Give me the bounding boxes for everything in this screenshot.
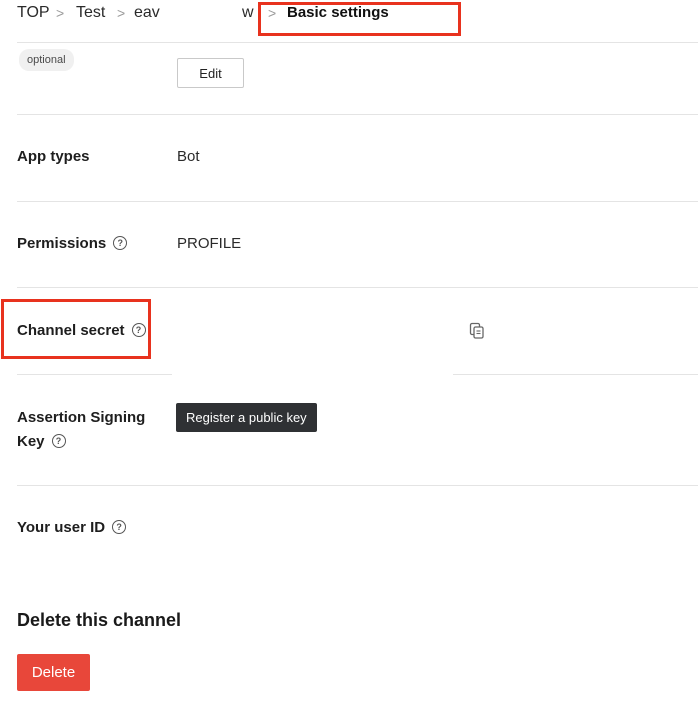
divider — [453, 374, 698, 375]
assertion-key-label-group: Key? — [17, 430, 66, 454]
delete-section-title: Delete this channel — [17, 610, 182, 630]
highlight-box-breadcrumb — [258, 2, 461, 36]
permissions-value: PROFILE — [177, 235, 242, 252]
breadcrumb-item-test[interactable]: Test — [76, 4, 105, 22]
edit-button[interactable]: Edit — [177, 58, 244, 88]
permissions-label-group: Permissions? — [17, 232, 128, 256]
breadcrumb-item-channel-suffix[interactable]: w — [242, 4, 254, 22]
help-icon[interactable]: ? — [113, 235, 128, 250]
breadcrumb-separator: > — [56, 5, 65, 21]
user-id-label-group: Your user ID? — [17, 516, 127, 540]
breadcrumb-separator: > — [117, 5, 126, 21]
assertion-key-label-line1: Assertion Signing — [17, 409, 146, 426]
divider — [17, 287, 698, 288]
divider — [17, 485, 698, 486]
copy-icon[interactable] — [468, 322, 486, 340]
divider — [17, 201, 698, 202]
divider — [17, 42, 698, 43]
delete-button[interactable]: Delete — [17, 654, 90, 691]
highlight-box-channel-secret — [1, 299, 151, 359]
breadcrumb-item-channel[interactable]: eav — [134, 4, 160, 22]
divider — [17, 374, 172, 375]
divider — [17, 114, 698, 115]
register-public-key-button[interactable]: Register a public key — [176, 403, 317, 432]
app-types-value: Bot — [177, 148, 200, 165]
app-types-label: App types — [17, 148, 90, 165]
permissions-label: Permissions — [17, 235, 107, 252]
help-icon[interactable]: ? — [51, 433, 66, 448]
help-icon[interactable]: ? — [112, 519, 127, 534]
assertion-key-label-line2: Key — [17, 433, 45, 450]
redacted-area — [160, 0, 242, 28]
user-id-label: Your user ID — [17, 519, 106, 536]
optional-badge: optional — [19, 49, 74, 71]
breadcrumb-item-top[interactable]: TOP — [17, 4, 50, 22]
